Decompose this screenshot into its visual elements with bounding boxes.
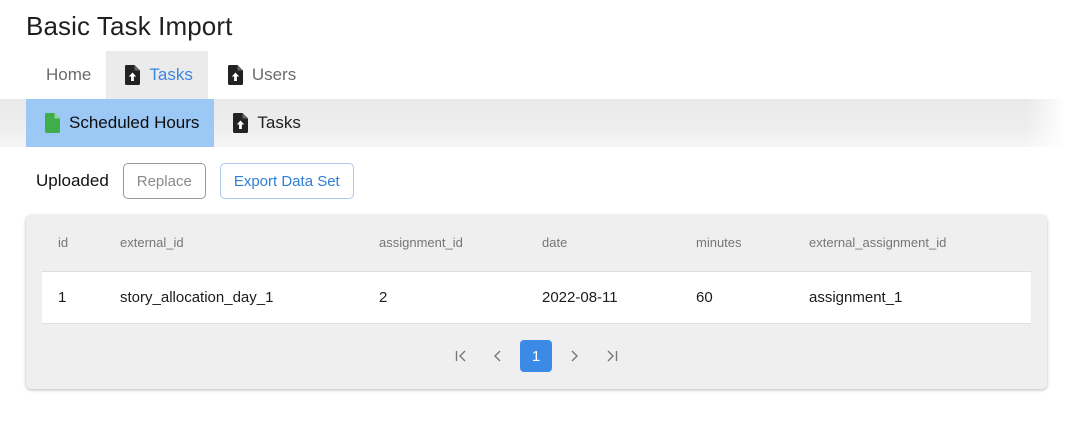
subtab-tasks-label: Tasks xyxy=(257,113,301,132)
cell-external-id: story_allocation_day_1 xyxy=(120,289,274,306)
file-icon xyxy=(45,113,60,133)
file-upload-icon xyxy=(227,65,243,85)
page-number-current[interactable]: 1 xyxy=(520,340,552,372)
sub-tab-bar: Scheduled Hours Tasks xyxy=(0,99,1066,147)
tab-users-label: Users xyxy=(251,65,297,84)
next-page-icon[interactable] xyxy=(558,340,590,372)
tab-home[interactable]: Home xyxy=(26,51,106,99)
cell-date: 2022-08-11 xyxy=(542,289,618,306)
previous-page-icon[interactable] xyxy=(482,340,514,372)
table-header: id external_id assignment_id date minute… xyxy=(42,215,1031,271)
column-header-external-id[interactable]: external_id xyxy=(120,215,184,271)
tab-users[interactable]: Users xyxy=(208,51,311,99)
tab-tasks-label: Tasks xyxy=(149,65,193,84)
column-header-assignment-id[interactable]: assignment_id xyxy=(379,215,463,271)
table-row[interactable]: 1 story_allocation_day_1 2 2022-08-11 60… xyxy=(42,271,1031,324)
top-tabs: Home Tasks Users xyxy=(26,51,311,99)
subtab-scheduled-hours-label: Scheduled Hours xyxy=(69,113,200,132)
column-header-minutes[interactable]: minutes xyxy=(696,215,742,271)
cell-external-assignment-id: assignment_1 xyxy=(809,289,903,306)
cell-minutes: 60 xyxy=(696,289,713,306)
subtab-scheduled-hours[interactable]: Scheduled Hours xyxy=(26,99,215,147)
data-table-card: id external_id assignment_id date minute… xyxy=(26,215,1047,389)
pagination: 1 xyxy=(26,340,1047,372)
file-upload-icon xyxy=(125,65,141,85)
export-data-set-button[interactable]: Export Data Set xyxy=(219,163,354,199)
replace-button[interactable]: Replace xyxy=(122,163,206,199)
tab-home-label: Home xyxy=(46,65,92,84)
page-title: Basic Task Import xyxy=(26,11,233,41)
status-row: Uploaded Replace Export Data Set xyxy=(36,163,354,199)
column-header-external-assignment-id[interactable]: external_assignment_id xyxy=(809,215,946,271)
column-header-date[interactable]: date xyxy=(542,215,567,271)
column-header-id[interactable]: id xyxy=(58,215,68,271)
subtab-tasks[interactable]: Tasks xyxy=(214,99,315,147)
cell-id: 1 xyxy=(58,289,67,306)
tab-tasks[interactable]: Tasks xyxy=(106,51,208,99)
file-upload-icon xyxy=(233,113,249,133)
upload-status-label: Uploaded xyxy=(36,171,109,190)
last-page-icon[interactable] xyxy=(596,340,628,372)
first-page-icon[interactable] xyxy=(445,340,477,372)
cell-assignment-id: 2 xyxy=(379,289,388,306)
